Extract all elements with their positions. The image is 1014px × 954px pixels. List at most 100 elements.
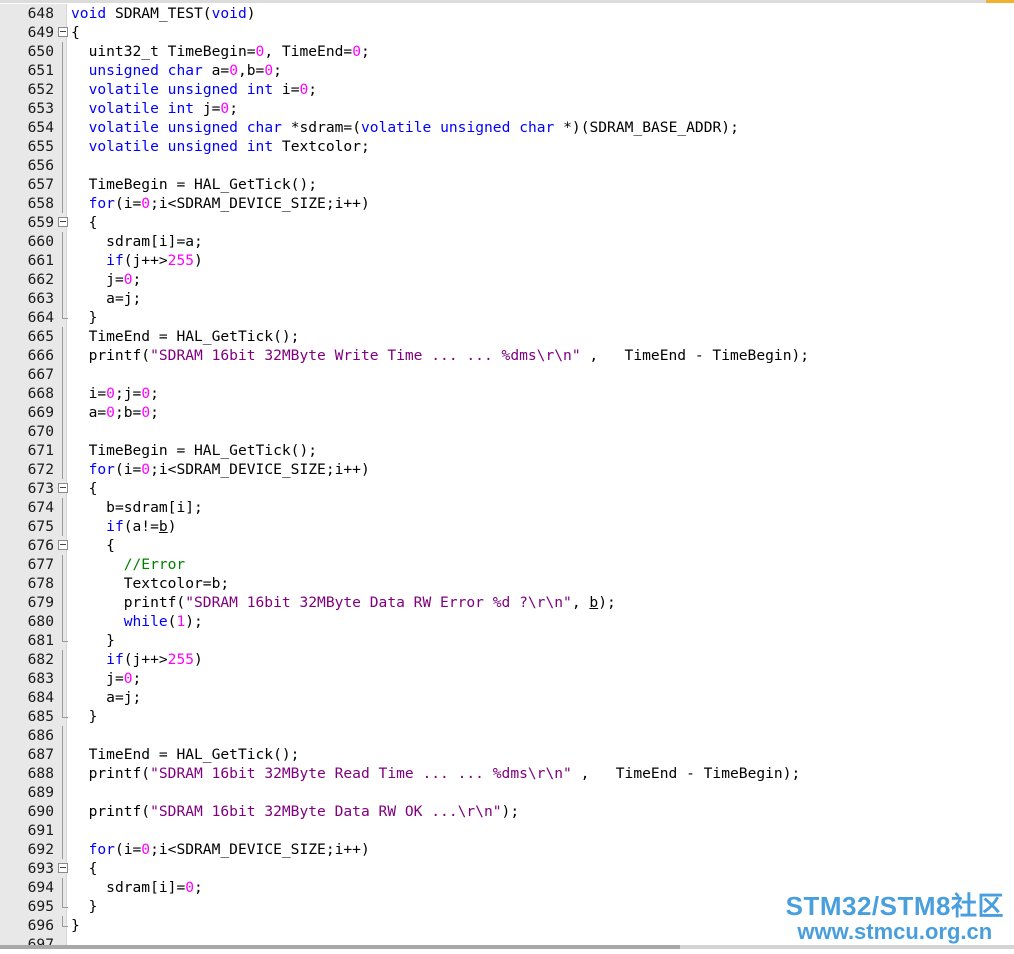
code-line[interactable]: 652 volatile unsigned int i=0; <box>0 80 1014 99</box>
code-line[interactable]: 684 a=j; <box>0 688 1014 707</box>
code-line[interactable]: 674 b=sdram[i]; <box>0 498 1014 517</box>
code-line[interactable]: 678 Textcolor=b; <box>0 574 1014 593</box>
fold-collapse-icon[interactable] <box>58 540 68 550</box>
code-text: volatile unsigned int Textcolor; <box>71 137 370 156</box>
line-number: 655 <box>27 138 54 155</box>
code-token: 255 <box>167 252 195 269</box>
code-text: volatile unsigned char *sdram=(volatile … <box>71 118 739 137</box>
code-token: ;i<SDRAM_DEVICE_SIZE;i++) <box>150 461 370 478</box>
code-line[interactable]: 660 sdram[i]=a; <box>0 232 1014 251</box>
code-token: void <box>71 5 107 22</box>
code-line[interactable]: 688 printf("SDRAM 16bit 32MByte Read Tim… <box>0 764 1014 783</box>
fold-guide-line <box>62 99 63 118</box>
code-line[interactable]: 667 <box>0 365 1014 384</box>
code-token: SDRAM_TEST( <box>106 5 212 22</box>
code-line[interactable]: 681 } <box>0 631 1014 650</box>
fold-collapse-icon[interactable] <box>58 27 68 37</box>
code-token: , TimeEnd - TimeBegin); <box>580 347 810 364</box>
line-number: 681 <box>27 632 54 649</box>
code-line[interactable]: 685 } <box>0 707 1014 726</box>
code-token: TimeEnd = HAL_GetTick(); <box>88 328 300 345</box>
code-line[interactable]: 679 printf("SDRAM 16bit 32MByte Data RW … <box>0 593 1014 612</box>
code-text: if(a!=b) <box>71 517 176 536</box>
code-token: ; <box>273 62 282 79</box>
code-line[interactable]: 653 volatile int j=0; <box>0 99 1014 118</box>
code-token: b=sdram[i]; <box>106 499 203 516</box>
code-lines: 648 void SDRAM_TEST(void) 649 {650 uint32_t… <box>0 4 1014 954</box>
code-line[interactable]: 663 a=j; <box>0 289 1014 308</box>
code-line[interactable]: 650 uint32_t TimeBegin=0, TimeEnd=0; <box>0 42 1014 61</box>
code-line[interactable]: 676 { <box>0 536 1014 555</box>
code-line[interactable]: 670 <box>0 422 1014 441</box>
fold-guide-line <box>62 517 63 536</box>
code-editor[interactable]: 648 void SDRAM_TEST(void) 649 {650 uint32_t… <box>0 4 1014 953</box>
code-text: //Error <box>71 555 186 574</box>
code-line[interactable]: 675 if(a!=b) <box>0 517 1014 536</box>
code-text: printf("SDRAM 16bit 32MByte Data RW Erro… <box>71 593 616 612</box>
code-line[interactable]: 673 { <box>0 479 1014 498</box>
horizontal-scrollbar-thumb[interactable] <box>0 945 680 949</box>
code-line[interactable]: 690 printf("SDRAM 16bit 32MByte Data RW … <box>0 802 1014 821</box>
code-line[interactable]: 651 unsigned char a=0,b=0; <box>0 61 1014 80</box>
code-line[interactable]: 680 while(1); <box>0 612 1014 631</box>
line-number: 679 <box>27 594 54 611</box>
code-line[interactable]: 654 volatile unsigned char *sdram=(volat… <box>0 118 1014 137</box>
line-number: 671 <box>27 442 54 459</box>
code-line[interactable]: 666 printf("SDRAM 16bit 32MByte Write Ti… <box>0 346 1014 365</box>
line-number: 674 <box>27 499 54 516</box>
code-line[interactable]: 664 } <box>0 308 1014 327</box>
code-line[interactable]: 649 { <box>0 23 1014 42</box>
code-line[interactable]: 657 TimeBegin = HAL_GetTick(); <box>0 175 1014 194</box>
fold-collapse-icon[interactable] <box>58 217 68 227</box>
code-line[interactable]: 648 void SDRAM_TEST(void) <box>0 4 1014 23</box>
code-line[interactable]: 659 { <box>0 213 1014 232</box>
fold-guide-line <box>62 460 63 479</box>
code-line[interactable]: 671 TimeBegin = HAL_GetTick(); <box>0 441 1014 460</box>
code-line[interactable]: 692 for(i=0;i<SDRAM_DEVICE_SIZE;i++) <box>0 840 1014 859</box>
code-line[interactable]: 691 <box>0 821 1014 840</box>
code-line[interactable]: 682 if(j++>255) <box>0 650 1014 669</box>
code-line[interactable]: 677 //Error <box>0 555 1014 574</box>
line-number: 692 <box>27 841 54 858</box>
code-line[interactable]: 683 j=0; <box>0 669 1014 688</box>
fold-collapse-icon[interactable] <box>58 863 68 873</box>
code-line[interactable]: 655 volatile unsigned int Textcolor; <box>0 137 1014 156</box>
code-line[interactable]: 687 TimeEnd = HAL_GetTick(); <box>0 745 1014 764</box>
code-token: b <box>589 594 599 611</box>
code-token: 255 <box>167 651 195 668</box>
code-line[interactable]: 668 i=0;j=0; <box>0 384 1014 403</box>
code-text: } <box>71 916 80 935</box>
horizontal-scrollbar[interactable] <box>0 945 1014 949</box>
line-number: 689 <box>27 784 54 801</box>
code-token: ); <box>598 594 616 611</box>
code-token: "SDRAM 16bit 32MByte Write Time ... ... … <box>150 347 581 364</box>
line-number: 687 <box>27 746 54 763</box>
line-number: 649 <box>27 24 54 41</box>
code-line[interactable]: 686 <box>0 726 1014 745</box>
code-line[interactable]: 689 <box>0 783 1014 802</box>
fold-collapse-icon[interactable] <box>58 483 68 493</box>
code-line[interactable]: 672 for(i=0;i<SDRAM_DEVICE_SIZE;i++) <box>0 460 1014 479</box>
code-token: 0 <box>255 43 265 60</box>
code-line[interactable]: 669 a=0;b=0; <box>0 403 1014 422</box>
code-token: b <box>158 518 168 535</box>
code-line[interactable]: 662 j=0; <box>0 270 1014 289</box>
code-token: 0 <box>264 62 274 79</box>
line-number: 651 <box>27 62 54 79</box>
fold-guide-line <box>62 498 63 517</box>
fold-guide-line <box>62 156 63 175</box>
line-number: 694 <box>27 879 54 896</box>
line-number: 682 <box>27 651 54 668</box>
fold-guide-line <box>62 403 63 422</box>
line-number: 654 <box>27 119 54 136</box>
code-token: } <box>71 917 80 934</box>
code-token: Textcolor; <box>273 138 370 155</box>
code-token: //Error <box>123 556 186 573</box>
line-number: 696 <box>27 917 54 934</box>
code-line[interactable]: 665 TimeEnd = HAL_GetTick(); <box>0 327 1014 346</box>
code-token: *sdram=( <box>281 119 361 136</box>
code-line[interactable]: 693 { <box>0 859 1014 878</box>
code-line[interactable]: 656 <box>0 156 1014 175</box>
code-line[interactable]: 658 for(i=0;i<SDRAM_DEVICE_SIZE;i++) <box>0 194 1014 213</box>
code-line[interactable]: 661 if(j++>255) <box>0 251 1014 270</box>
